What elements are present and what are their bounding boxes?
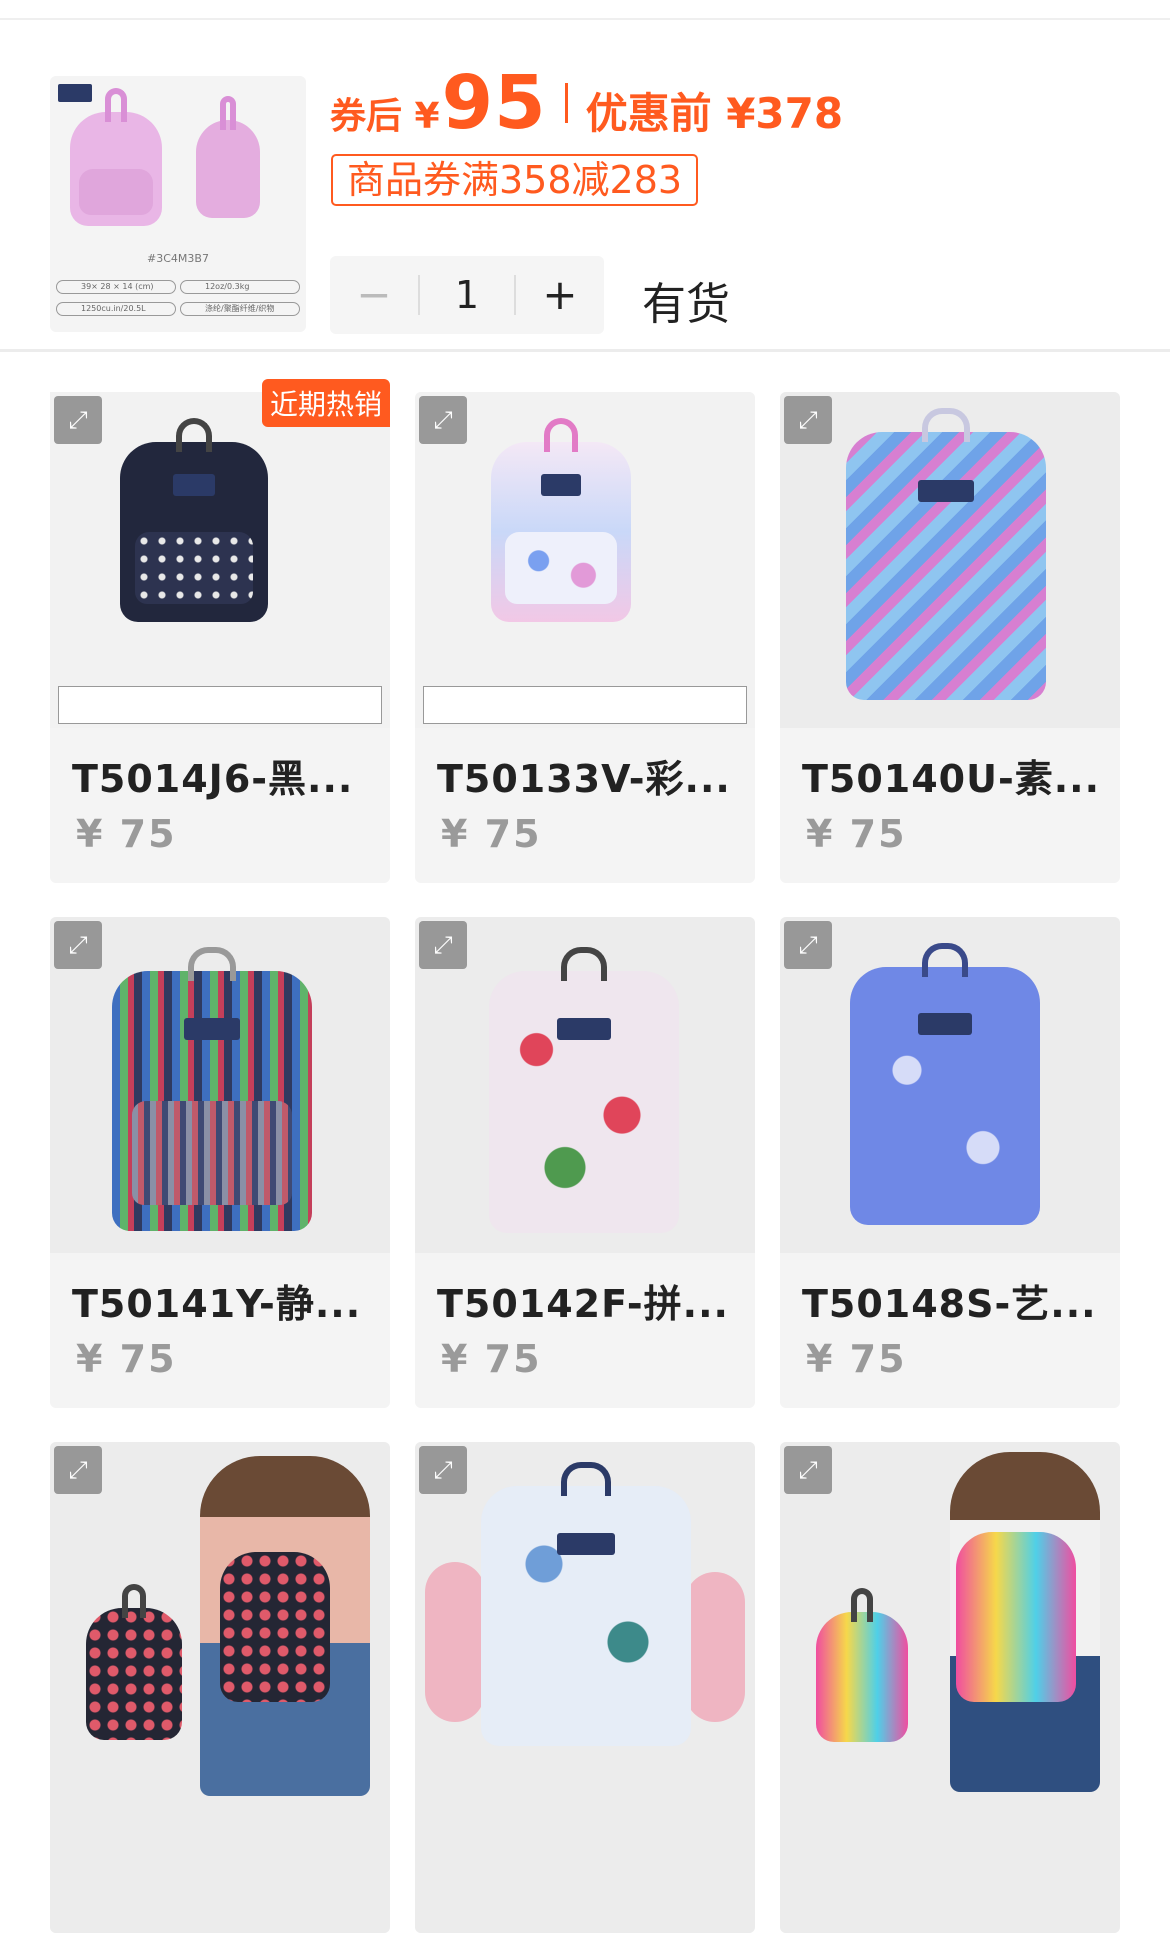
bag-pocket xyxy=(79,169,153,215)
bag-logo xyxy=(541,474,581,497)
bag-logo xyxy=(173,474,215,497)
hot-sale-badge: 近期热销 xyxy=(261,379,390,427)
backpack-image-worn xyxy=(956,1532,1076,1702)
backpack-image xyxy=(489,947,679,1233)
product-card[interactable]: ⤢ xyxy=(415,1442,755,1933)
bag-handle xyxy=(176,418,212,452)
bag-handle xyxy=(560,1462,612,1496)
backpack-image-small xyxy=(816,1588,908,1742)
bag-handle xyxy=(561,947,607,981)
product-price: ¥ 75 xyxy=(806,812,907,856)
product-grid: ⤢ 近期热销 T5014J6-黑... ¥ 75 ⤢ T50133V-彩... … xyxy=(50,379,1120,1933)
bag-handle xyxy=(122,1584,146,1618)
spec-row: 1250cu.in/20.5L 涤纶/聚酯纤维/织物 xyxy=(56,302,300,316)
bag-handle xyxy=(188,947,236,981)
product-card[interactable]: ⤢ T50133V-彩... ¥ 75 xyxy=(415,392,755,883)
quantity-value[interactable]: 1 xyxy=(418,275,516,315)
stock-status: 有货 xyxy=(642,279,730,330)
price-separator xyxy=(564,83,568,123)
product-image[interactable] xyxy=(415,1442,755,1933)
spec-volume: 1250cu.in/20.5L xyxy=(56,302,176,316)
product-title[interactable]: T50142F-拼... xyxy=(437,1273,729,1328)
spec-weight: 12oz/0.3kg xyxy=(180,280,300,294)
product-image[interactable] xyxy=(50,1442,390,1933)
thumbnail-sku: #3C4M3B7 xyxy=(147,252,209,265)
flamingo-right xyxy=(685,1572,745,1722)
spec-size: 39× 28 × 14 (cm) xyxy=(56,280,176,294)
product-summary: #3C4M3B7 39× 28 × 14 (cm) 12oz/0.3kg 125… xyxy=(0,20,1170,352)
product-title[interactable]: T50133V-彩... xyxy=(437,748,731,803)
product-card[interactable]: ⤢ T50148S-艺... ¥ 75 xyxy=(780,917,1120,1408)
bag-pocket xyxy=(505,532,617,604)
bag-handle xyxy=(922,943,968,977)
product-title[interactable]: T50140U-素... xyxy=(802,748,1100,803)
product-card[interactable]: ⤢ xyxy=(50,1442,390,1933)
bag-pocket xyxy=(134,532,254,604)
backpack-image xyxy=(112,947,312,1231)
product-price: ¥ 75 xyxy=(76,812,177,856)
bag-handle xyxy=(220,96,236,130)
top-divider xyxy=(0,0,1170,20)
bag-logo xyxy=(184,1017,240,1040)
product-title[interactable]: T5014J6-黑... xyxy=(72,748,353,803)
expand-icon[interactable]: ⤢ xyxy=(54,921,102,969)
decrease-button[interactable]: − xyxy=(330,256,418,334)
backpack-image xyxy=(481,1462,691,1746)
expand-icon[interactable]: ⤢ xyxy=(419,921,467,969)
expand-icon[interactable]: ⤢ xyxy=(784,1446,832,1494)
backpack-image-small xyxy=(86,1584,182,1740)
price-line: 券后 ¥ 95 优惠前 ¥378 xyxy=(330,60,843,146)
product-card[interactable]: ⤢ T50142F-拼... ¥ 75 xyxy=(415,917,755,1408)
spec-material: 涤纶/聚酯纤维/织物 xyxy=(180,302,300,316)
bag-image-side xyxy=(196,96,260,218)
coupon-badge: 商品券满358减283 xyxy=(331,154,699,206)
spec-table xyxy=(423,686,747,724)
flamingo-left xyxy=(425,1562,485,1722)
expand-icon[interactable]: ⤢ xyxy=(419,396,467,444)
product-title[interactable]: T50141Y-静... xyxy=(72,1273,361,1328)
bag-handle xyxy=(850,1588,874,1622)
expand-icon[interactable]: ⤢ xyxy=(54,1446,102,1494)
spec-table xyxy=(58,686,382,724)
backpack-image xyxy=(846,408,1046,700)
bag-handle xyxy=(544,418,578,452)
product-card[interactable]: ⤢ xyxy=(780,1442,1120,1933)
product-card[interactable]: ⤢ T50141Y-静... ¥ 75 xyxy=(50,917,390,1408)
expand-icon[interactable]: ⤢ xyxy=(784,396,832,444)
brand-logo xyxy=(58,84,92,102)
product-title[interactable]: T50148S-艺... xyxy=(802,1273,1097,1328)
increase-button[interactable]: + xyxy=(516,256,604,334)
backpack-image xyxy=(491,418,631,622)
expand-icon[interactable]: ⤢ xyxy=(419,1446,467,1494)
price-after-label: 券后 ¥ xyxy=(330,96,440,137)
expand-icon[interactable]: ⤢ xyxy=(784,921,832,969)
product-card[interactable]: ⤢ T50140U-素... ¥ 75 xyxy=(780,392,1120,883)
spec-row: 39× 28 × 14 (cm) 12oz/0.3kg xyxy=(56,280,300,294)
product-price: ¥ 75 xyxy=(441,812,542,856)
product-image[interactable] xyxy=(780,1442,1120,1933)
bag-image-front xyxy=(70,88,162,226)
bag-logo xyxy=(557,1018,611,1041)
bag-logo xyxy=(556,1532,616,1555)
product-price: ¥ 75 xyxy=(76,1337,177,1381)
quantity-stepper: − 1 + xyxy=(330,256,604,334)
price-after-value: 95 xyxy=(441,60,547,146)
bag-pocket xyxy=(132,1101,292,1205)
product-card[interactable]: ⤢ 近期热销 T5014J6-黑... ¥ 75 xyxy=(50,379,390,883)
selected-product-thumbnail[interactable]: #3C4M3B7 39× 28 × 14 (cm) 12oz/0.3kg 125… xyxy=(50,76,306,332)
product-price: ¥ 75 xyxy=(806,1337,907,1381)
bag-logo xyxy=(918,480,974,503)
bag-handle xyxy=(922,408,970,442)
expand-icon[interactable]: ⤢ xyxy=(54,396,102,444)
backpack-image xyxy=(850,943,1040,1225)
product-price: ¥ 75 xyxy=(441,1337,542,1381)
backpack-image xyxy=(120,418,268,622)
bag-logo xyxy=(918,1013,972,1036)
backpack-image-worn xyxy=(220,1552,330,1702)
bag-handle xyxy=(104,88,128,122)
price-before: 优惠前 ¥378 xyxy=(585,89,844,138)
